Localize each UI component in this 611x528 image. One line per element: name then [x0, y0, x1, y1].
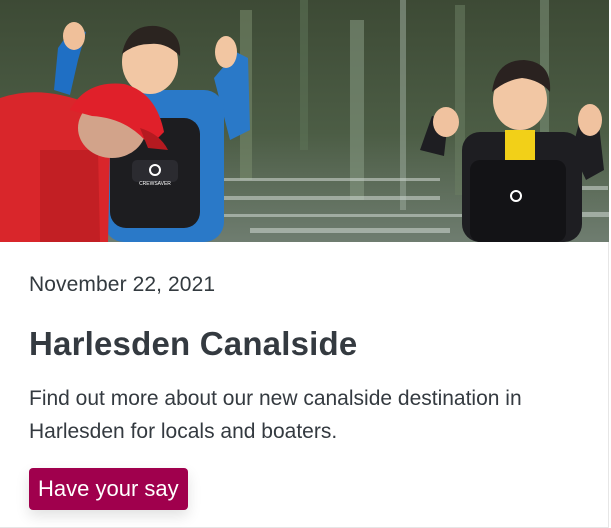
card-body: November 22, 2021 Harlesden Canalside Fi…	[29, 270, 589, 510]
card-title: Harlesden Canalside	[29, 325, 358, 362]
post-date: November 22, 2021	[29, 273, 216, 296]
vest-brand-label: CREWSAVER	[139, 181, 171, 187]
have-your-say-button[interactable]: Have your say	[29, 468, 188, 510]
card-description: Find out more about our new canalside de…	[29, 387, 522, 443]
news-card: CREWSAVER November 22, 2021 Harlesden Ca…	[0, 0, 609, 528]
hero-image: CREWSAVER	[0, 0, 609, 242]
